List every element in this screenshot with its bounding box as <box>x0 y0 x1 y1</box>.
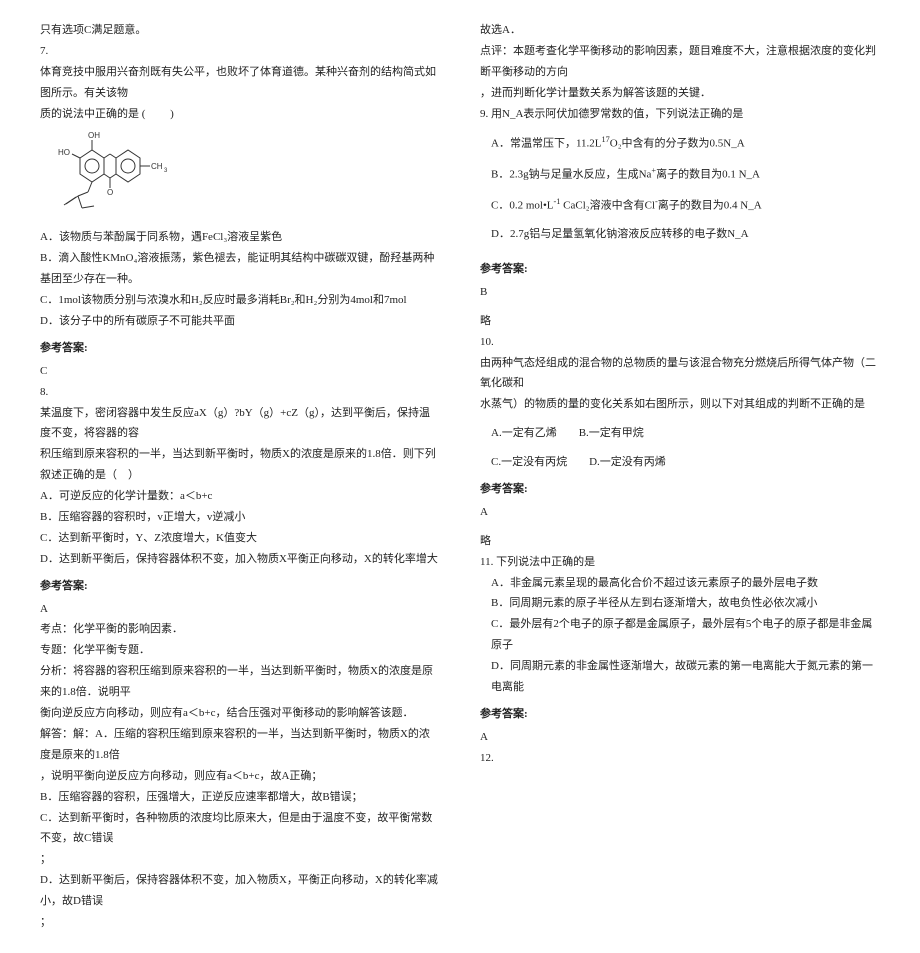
left-column: 只有选项C满足题意。 7. 体育竞技中服用兴奋剂既有失公平，也败坏了体育道德。某… <box>40 20 440 933</box>
right-column: 故选A． 点评：本题考查化学平衡移动的影响因素，题目难度不大，注意根据浓度的变化… <box>480 20 880 933</box>
q9-b-part1: B．2.3g钠与足量水反应，生成Na <box>491 169 651 181</box>
q9-stem: 9. 用N_A表示阿伏加德罗常数的值，下列说法正确的是 <box>480 104 880 125</box>
answer-label-5: 参考答案: <box>480 704 880 725</box>
q8-expl-7: B．压缩容器的容积，压强增大，正逆反应速率都增大，故B错误； <box>40 787 440 808</box>
answer-label-3: 参考答案: <box>480 259 880 280</box>
q8-expl-semi-1: ； <box>40 849 440 870</box>
molecule-svg: OH HO CH 3 O <box>50 128 180 223</box>
q7-option-a: A．该物质与苯酚属于同系物，遇FeCl₃溶液呈紫色 <box>40 227 440 248</box>
q8-expl-4: 衡向逆反应方向移动，则应有a＜b+c，结合压强对平衡移动的影响解答该题． <box>40 703 440 724</box>
q7-number: 7. <box>40 41 440 62</box>
q11-number: 11. <box>480 556 496 568</box>
q8-option-a: A．可逆反应的化学计量数：a＜b+c <box>40 486 440 507</box>
q11-option-d: D．同周期元素的非金属性逐渐增大，故碳元素的第一电离能大于氮元素的第一电离能 <box>480 656 880 698</box>
answer-label-2: 参考答案: <box>40 576 440 597</box>
q11-answer: A <box>480 727 880 748</box>
q8-answer: A <box>40 599 440 620</box>
q11-option-b: B．同周期元素的原子半径从左到右逐渐增大，故电负性必依次减小 <box>480 593 880 614</box>
q12-number: 12. <box>480 748 880 769</box>
answer-label-1: 参考答案: <box>40 338 440 359</box>
mol-label-o: O <box>107 188 113 197</box>
q8-expl-5: 解答：解：A．压缩的容积压缩到原来容积的一半，当达到新平衡时，物质X的浓度是原来… <box>40 724 440 766</box>
q8-option-b: B．压缩容器的容积时，v正增大，v逆减小 <box>40 507 440 528</box>
q9-blank: 略 <box>480 311 880 332</box>
q9-option-c: C．0.2 mol•L-1 CaCl₂溶液中含有Cl-离子的数目为0.4 N_A <box>480 194 880 217</box>
q8-tail-1: 故选A． <box>480 20 880 41</box>
q10-row-cd: C.一定没有丙烷 D.一定没有丙烯 <box>480 452 880 473</box>
q10-answer: A <box>480 502 880 523</box>
q7-option-b: B．滴入酸性KMnO₄溶液振荡，紫色褪去，能证明其结构中碳碳双键，酚羟基两种基团… <box>40 248 440 290</box>
q8-option-c: C．达到新平衡时，Y、Z浓度增大，K值变大 <box>40 528 440 549</box>
q9-a-sup: 17 <box>602 135 610 144</box>
q8-expl-1: 考点：化学平衡的影响因素． <box>40 619 440 640</box>
q9-c-part3: 离子的数目为0.4 N_A <box>658 199 762 211</box>
q8-expl-9: D．达到新平衡后，保持容器体积不变，加入物质X，平衡正向移动，X的转化率减小，故… <box>40 870 440 912</box>
q11-option-c: C．最外层有2个电子的原子都是金属原子，最外层有5个电子的原子都是非金属原子 <box>480 614 880 656</box>
q8-expl-semi-2: ； <box>40 912 440 933</box>
molecule-diagram: OH HO CH 3 O <box>50 128 180 223</box>
q8-stem-1: 某温度下，密闭容器中发生反应aX（g）?bY（g）+cZ（g），达到平衡后，保持… <box>40 403 440 445</box>
q9-number: 9. <box>480 108 491 120</box>
q8-option-d: D．达到新平衡后，保持容器体积不变，加入物质X平衡正向移动，X的转化率增大 <box>40 549 440 570</box>
q10-row-ab: A.一定有乙烯 B.一定有甲烷 <box>480 423 880 444</box>
q9-a-part2: O₂中含有的分子数为0.5N_A <box>610 138 745 150</box>
q8-number: 8. <box>40 382 440 403</box>
q9-c-part2: CaCl₂溶液中含有Cl <box>560 199 655 211</box>
q7-option-c: C．1mol该物质分别与浓溴水和H₂反应时最多消耗Br₂和H₂分别为4mol和7… <box>40 290 440 311</box>
q9-b-part2: 离子的数目为0.1 N_A <box>656 169 760 181</box>
q9-option-d: D．2.7g铝与足量氢氧化钠溶液反应转移的电子数N_A <box>480 224 880 245</box>
q8-tail-3: ，进而判断化学计量数关系为解答该题的关键． <box>480 83 880 104</box>
q10-stem-1: 由两种气态烃组成的混合物的总物质的量与该混合物充分燃烧后所得气体产物（二氧化碳和 <box>480 353 880 395</box>
q8-expl-8: C．达到新平衡时，各种物质的浓度均比原来大，但是由于温度不变，故平衡常数不变，故… <box>40 808 440 850</box>
mol-label-oh2: HO <box>58 148 70 157</box>
q9-option-a: A．常温常压下，11.2L17O₂中含有的分子数为0.5N_A <box>480 132 880 155</box>
q9-answer: B <box>480 282 880 303</box>
q10-number: 10. <box>480 332 880 353</box>
q9-stem-text: 用N_A表示阿伏加德罗常数的值，下列说法正确的是 <box>491 108 743 120</box>
prelude-text: 只有选项C满足题意。 <box>40 20 440 41</box>
q10-stem-2: 水蒸气）的物质的量的变化关系如右图所示，则以下对其组成的判断不正确的是 <box>480 394 880 415</box>
q7-answer: C <box>40 361 440 382</box>
answer-label-4: 参考答案: <box>480 479 880 500</box>
q8-tail-2: 点评：本题考查化学平衡移动的影响因素，题目难度不大，注意根据浓度的变化判断平衡移… <box>480 41 880 83</box>
mol-label-ch3-sub: 3 <box>164 168 168 174</box>
q7-stem-1: 体育竞技中服用兴奋剂既有失公平，也败坏了体育道德。某种兴奋剂的结构简式如图所示。… <box>40 62 440 104</box>
q8-stem-2: 积压缩到原来容积的一半，当达到新平衡时，物质X的浓度是原来的1.8倍．则下列叙述… <box>40 444 440 486</box>
mol-label-ch3: CH <box>151 162 163 171</box>
q7-stem-2: 质的说法中正确的是 ( ) <box>40 104 440 125</box>
q8-expl-6: ，说明平衡向逆反应方向移动，则应有a＜b+c，故A正确； <box>40 766 440 787</box>
q9-c-part1: C．0.2 mol•L <box>491 199 554 211</box>
q11-option-a: A．非金属元素呈现的最高化合价不超过该元素原子的最外层电子数 <box>480 573 880 594</box>
q11-stem-text: 下列说法中正确的是 <box>496 556 595 568</box>
q8-expl-3: 分析：将容器的容积压缩到原来容积的一半，当达到新平衡时，物质X的浓度是原来的1.… <box>40 661 440 703</box>
q7-option-d: D．该分子中的所有碳原子不可能共平面 <box>40 311 440 332</box>
q11-stem: 11. 下列说法中正确的是 <box>480 552 880 573</box>
q10-blank: 略 <box>480 531 880 552</box>
q9-option-b: B．2.3g钠与足量水反应，生成Na+离子的数目为0.1 N_A <box>480 163 880 186</box>
mol-label-oh1: OH <box>88 131 100 140</box>
q9-a-part1: A．常温常压下，11.2L <box>491 138 602 150</box>
